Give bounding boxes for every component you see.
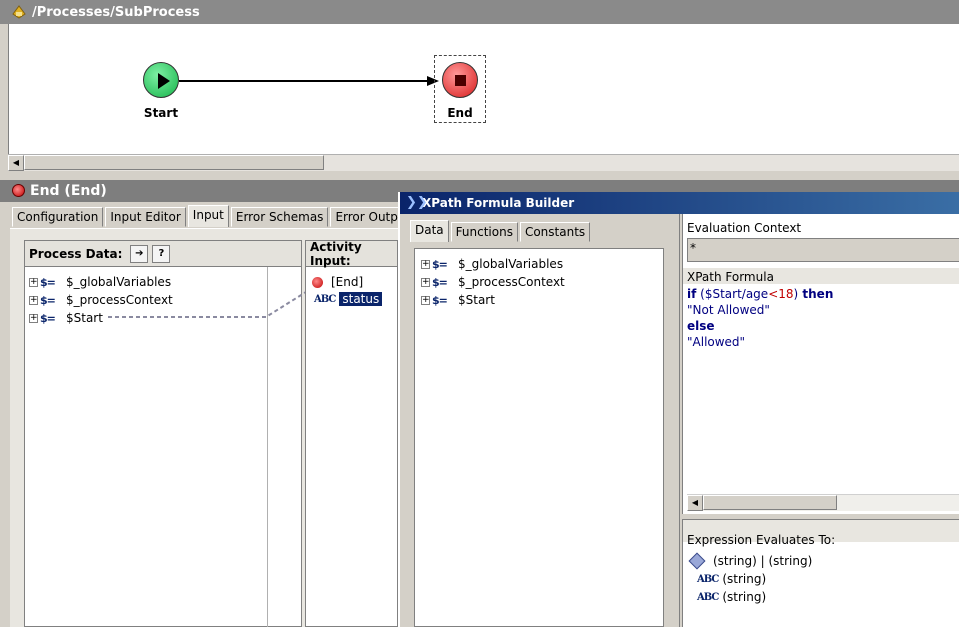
xpath-icon: ❯❯ <box>406 195 428 210</box>
string-type-icon: ABC <box>314 293 336 305</box>
formula-horizontal-scrollbar[interactable]: ◀ <box>687 494 959 511</box>
expand-icon[interactable]: + <box>29 295 38 305</box>
canvas-horizontal-scrollbar[interactable]: ◀ <box>8 154 959 171</box>
end-icon <box>442 62 478 98</box>
tree-item-start[interactable]: + $= $Start <box>29 309 103 327</box>
help-icon[interactable]: ? <box>152 244 171 263</box>
expand-icon[interactable]: + <box>421 295 430 305</box>
tree-item-label: $Start <box>458 293 495 307</box>
xpath-tabs: Data Functions Constants <box>410 220 592 242</box>
end-panel-title-text: End (End) <box>30 183 107 199</box>
then-value: "Not Allowed" <box>687 303 770 317</box>
evaluates-item[interactable]: ABC (string) <box>697 588 766 606</box>
then-keyword: then <box>798 287 834 301</box>
condition-path: ($Start/age <box>696 287 769 301</box>
tab-data[interactable]: Data <box>410 220 449 242</box>
variable-icon: $= <box>432 257 448 271</box>
variable-icon: $= <box>40 293 56 307</box>
activity-input-label: Activity Input: <box>310 239 362 268</box>
evaluation-context-label: Evaluation Context <box>687 221 802 235</box>
status-field-label: status <box>339 292 383 306</box>
variable-icon: $= <box>40 311 56 325</box>
tab-error-schemas[interactable]: Error Schemas <box>230 207 329 227</box>
evaluates-pane: Expression Evaluates To: (string) | (str… <box>682 519 959 627</box>
evaluates-item-label: (string) <box>722 590 767 604</box>
condition-operator: < <box>768 287 779 301</box>
tree-item-processcontext[interactable]: + $= $_processContext <box>421 273 565 291</box>
else-keyword: else <box>687 319 715 333</box>
xpath-data-tree: + $= $_globalVariables + $= $_processCon… <box>414 248 664 627</box>
variable-icon: $= <box>432 275 448 289</box>
process-data-header: Process Data: ➔ ? <box>25 241 301 267</box>
activity-root-label: [End] <box>331 275 364 289</box>
expand-icon[interactable]: + <box>421 259 430 269</box>
end-panel-tabs: Configuration Input Editor Input Error S… <box>12 205 417 227</box>
tree-item-label: $_processContext <box>458 275 565 289</box>
else-value: "Allowed" <box>687 335 746 349</box>
string-type-icon: ABC <box>697 573 719 585</box>
tab-input-editor[interactable]: Input Editor <box>105 207 186 227</box>
process-data-label: Process Data: <box>29 246 123 261</box>
expand-icon[interactable]: + <box>421 277 430 287</box>
end-small-icon <box>312 276 323 288</box>
tree-item-label: $Start <box>66 311 103 325</box>
process-canvas[interactable]: Start End <box>8 24 959 154</box>
variable-icon: $= <box>432 293 448 307</box>
tab-functions[interactable]: Functions <box>450 222 518 242</box>
activity-root[interactable]: [End] <box>312 273 363 291</box>
activity-input-panel: Activity Input: [End] ABC status <box>305 240 398 627</box>
evaluates-root-label: (string) | (string) <box>713 554 813 568</box>
evaluation-context-field[interactable]: * <box>687 238 959 262</box>
activity-field-status[interactable]: ABC status <box>314 290 383 308</box>
condition-number: 18 <box>778 287 794 301</box>
activity-input-header: Activity Input: <box>306 239 397 268</box>
evaluates-item-label: (string) <box>722 572 767 586</box>
end-node[interactable] <box>442 62 478 98</box>
process-title-bar: /Processes/SubProcess <box>0 0 959 24</box>
tree-item-start[interactable]: + $= $Start <box>421 291 495 309</box>
scroll-left-icon[interactable]: ◀ <box>687 495 703 511</box>
tab-configuration[interactable]: Configuration <box>12 207 104 227</box>
splitter[interactable] <box>670 214 680 627</box>
process-path: /Processes/SubProcess <box>32 4 200 20</box>
evaluates-root[interactable]: (string) | (string) <box>688 552 813 570</box>
formula-pane: Evaluation Context * XPath Formula if ($… <box>682 214 959 514</box>
scrollbar-thumb[interactable] <box>24 155 324 170</box>
expand-icon[interactable]: + <box>29 277 38 287</box>
tab-input[interactable]: Input <box>187 205 229 227</box>
end-small-icon <box>12 184 25 197</box>
evaluates-label: Expression Evaluates To: <box>687 533 836 547</box>
scroll-left-icon[interactable]: ◀ <box>8 155 24 171</box>
process-icon <box>12 5 26 19</box>
start-icon <box>143 62 179 98</box>
formula-line-1: if ($Start/age<18) then <box>687 286 959 302</box>
choice-icon <box>688 552 706 570</box>
scrollbar-thumb[interactable] <box>703 495 837 510</box>
expand-icon[interactable]: + <box>29 313 38 323</box>
map-arrow-icon[interactable]: ➔ <box>130 244 149 263</box>
evaluates-item[interactable]: ABC (string) <box>697 570 766 588</box>
start-node[interactable] <box>143 62 179 98</box>
string-type-icon: ABC <box>697 591 719 603</box>
mapping-line <box>108 291 307 318</box>
start-label: Start <box>143 106 179 120</box>
xpath-formula-label: XPath Formula <box>687 270 774 284</box>
tab-constants[interactable]: Constants <box>519 222 591 242</box>
xpath-builder-title: XPath Formula Builder <box>422 196 575 210</box>
xpath-builder-titlebar[interactable]: ❯❯ XPath Formula Builder <box>398 192 959 214</box>
tree-item-globalvariables[interactable]: + $= $_globalVariables <box>421 255 563 273</box>
end-label: End <box>447 106 473 120</box>
xpath-builder-body: Data Functions Constants + $= $_globalVa… <box>398 214 959 627</box>
variable-icon: $= <box>40 275 56 289</box>
if-keyword: if <box>687 287 697 301</box>
tree-item-label: $_globalVariables <box>458 257 564 271</box>
xpath-formula-editor[interactable]: if ($Start/age<18) then "Not Allowed" el… <box>687 286 959 350</box>
